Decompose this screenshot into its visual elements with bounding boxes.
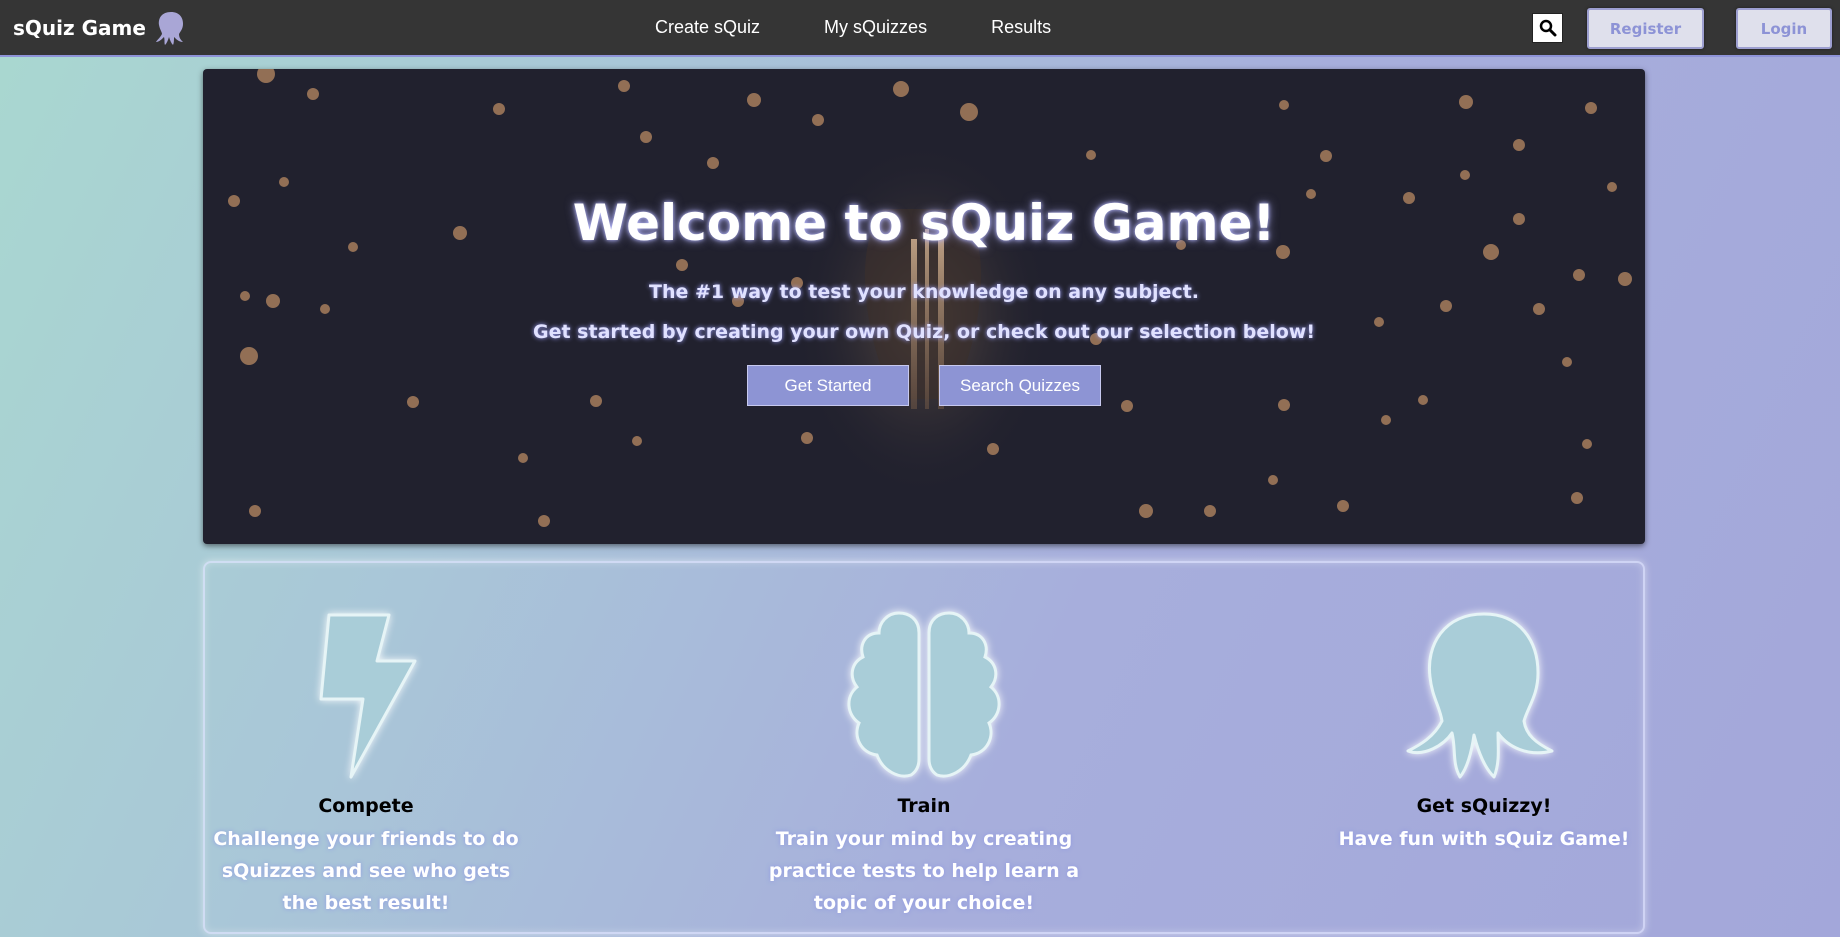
nav-create-squiz[interactable]: Create sQuiz	[655, 17, 760, 38]
search-icon	[1539, 19, 1556, 37]
login-button[interactable]: Login	[1736, 8, 1832, 49]
hero-background-image	[228, 69, 1632, 527]
register-button[interactable]: Register	[1587, 8, 1704, 49]
feature-title: Compete	[318, 795, 414, 817]
search-quizzes-button[interactable]: Search Quizzes	[939, 365, 1101, 406]
hero-subtitle-2: Get started by creating your own Quiz, o…	[533, 321, 1315, 343]
nav-my-squizzes[interactable]: My sQuizzes	[824, 17, 927, 38]
nav-results[interactable]: Results	[991, 17, 1051, 38]
lightning-icon	[319, 613, 417, 779]
hero-title: Welcome to sQuiz Game!	[572, 194, 1276, 252]
navbar: sQuiz Game Create sQuiz My sQuizzes Resu…	[0, 0, 1840, 57]
hero-subtitle-1: The #1 way to test your knowledge on any…	[648, 281, 1200, 303]
feature-description: Have fun with sQuiz Game!	[1338, 828, 1630, 850]
feature-description: Challenge your friends to do sQuizzes an…	[213, 828, 519, 914]
feature-title: Train	[897, 795, 951, 817]
search-button[interactable]	[1532, 13, 1563, 43]
feature-title: Get sQuizzy!	[1416, 795, 1552, 817]
feature-description: Train your mind by creating practice tes…	[768, 828, 1080, 914]
features-panel: Compete Challenge your friends to do sQu…	[203, 561, 1645, 934]
nav-links: Create sQuiz My sQuizzes Results	[655, 17, 1115, 38]
feature-train: Train Train your mind by creating practi…	[764, 607, 1084, 919]
hero-banner: Welcome to sQuiz Game! The #1 way to tes…	[203, 69, 1645, 544]
brand-name[interactable]: sQuiz Game	[13, 16, 146, 40]
octopus-logo-icon	[155, 12, 183, 45]
feature-get-squizzy: Get sQuizzy! Have fun with sQuiz Game!	[1324, 607, 1644, 855]
get-started-button[interactable]: Get Started	[747, 365, 909, 406]
brain-icon	[847, 611, 1001, 778]
brand-logo[interactable]: sQuiz Game	[13, 12, 188, 45]
octopus-icon	[1406, 612, 1554, 779]
feature-compete: Compete Challenge your friends to do sQu…	[206, 607, 526, 919]
